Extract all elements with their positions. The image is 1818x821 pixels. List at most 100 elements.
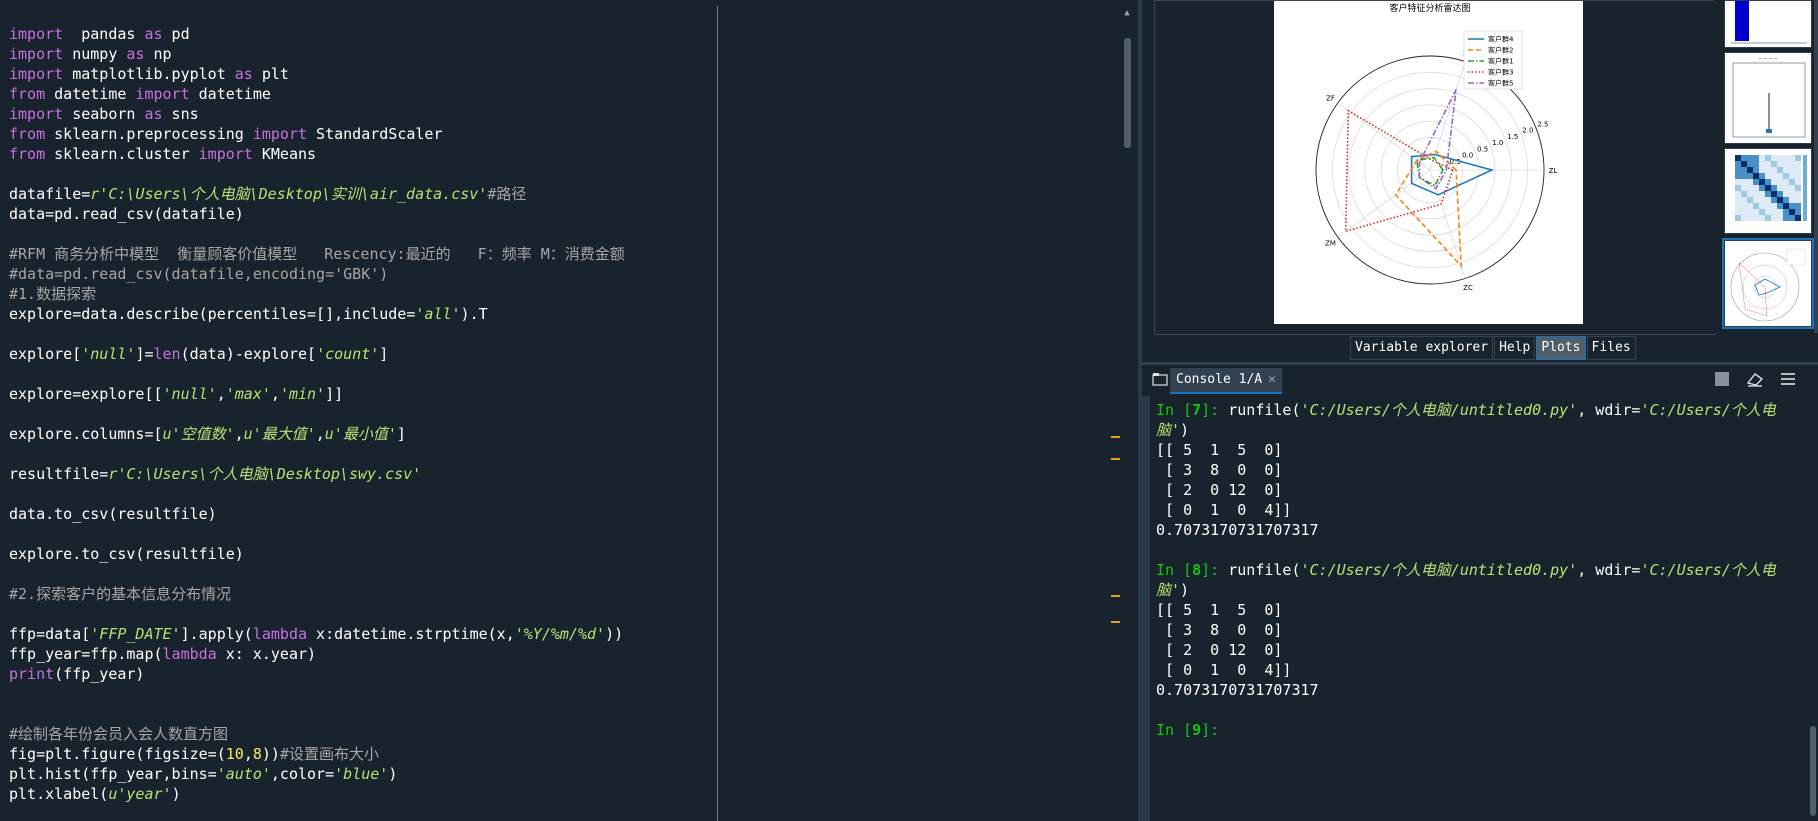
heatmap-cell bbox=[1741, 173, 1747, 179]
token: ]] bbox=[325, 385, 344, 403]
console-line[interactable] bbox=[1156, 700, 1796, 720]
code-line[interactable]: import pandas as pd bbox=[9, 24, 1109, 44]
code-line[interactable]: explore.columns=[u'空值数',u'最大值',u'最小值'] bbox=[9, 424, 1109, 444]
code-line[interactable]: plt.xlabel(u'year') bbox=[9, 784, 1109, 804]
code-line[interactable]: import matplotlib.pyplot as plt bbox=[9, 64, 1109, 84]
code-line[interactable]: fig=plt.figure(figsize=(10,8))#设置画布大小 bbox=[9, 744, 1109, 764]
warning-marker[interactable] bbox=[1111, 458, 1120, 460]
heatmap-cell bbox=[1747, 191, 1753, 197]
thumbnail-heatmap[interactable] bbox=[1724, 148, 1812, 234]
tab-variable-explorer[interactable]: Variable explorer bbox=[1350, 336, 1494, 360]
token: 'C:/Users/个人电脑/untitled0.py' bbox=[1300, 401, 1578, 419]
warning-marker[interactable] bbox=[1111, 621, 1120, 623]
code-line[interactable]: plt.hist(ffp_year,bins='auto',color='blu… bbox=[9, 764, 1109, 784]
console-line[interactable]: [ 0 1 0 4]] bbox=[1156, 500, 1796, 520]
code-line[interactable]: #RFM 商务分析中模型 衡量顾客价值模型 Rescency:最近的 F：频率 … bbox=[9, 244, 1109, 264]
warning-marker[interactable] bbox=[1111, 436, 1120, 438]
console-scrollbar[interactable] bbox=[1808, 396, 1818, 821]
token: 8 bbox=[1192, 561, 1202, 579]
heatmap-cell bbox=[1753, 155, 1759, 161]
thumbnail-histogram[interactable] bbox=[1724, 0, 1812, 48]
code-line[interactable]: print(ffp_year) bbox=[9, 664, 1109, 684]
code-line[interactable]: ffp_year=ffp.map(lambda x: x.year) bbox=[9, 644, 1109, 664]
code-line[interactable] bbox=[9, 684, 1109, 704]
code-line[interactable] bbox=[9, 484, 1109, 504]
code-line[interactable]: import seaborn as sns bbox=[9, 104, 1109, 124]
console-line[interactable]: In [9]: bbox=[1156, 720, 1796, 740]
eraser-icon[interactable] bbox=[1746, 371, 1764, 391]
ipython-console[interactable]: In [7]: runfile('C:/Users/个人电脑/untitled0… bbox=[1156, 400, 1796, 821]
token: sklearn.preprocessing bbox=[45, 125, 253, 143]
code-line[interactable] bbox=[9, 604, 1109, 624]
console-line[interactable]: [[ 5 1 5 0] bbox=[1156, 440, 1796, 460]
code-line[interactable]: data=pd.read_csv(datafile) bbox=[9, 204, 1109, 224]
thumbnail-radar[interactable] bbox=[1722, 238, 1814, 329]
editor-scrollbar[interactable]: ▲ bbox=[1120, 8, 1134, 821]
code-line[interactable]: datafile=r'C:\Users\个人电脑\Desktop\实训\air_… bbox=[9, 184, 1109, 204]
code-line[interactable] bbox=[9, 524, 1109, 544]
scroll-up-icon[interactable]: ▲ bbox=[1122, 8, 1132, 20]
code-line[interactable] bbox=[9, 564, 1109, 584]
code-line[interactable] bbox=[9, 164, 1109, 184]
code-line[interactable]: #data=pd.read_csv(datafile,encoding='GBK… bbox=[9, 264, 1109, 284]
folder-icon[interactable] bbox=[1152, 372, 1168, 386]
code-line[interactable]: data.to_csv(resultfile) bbox=[9, 504, 1109, 524]
console-line[interactable]: 0.7073170731707317 bbox=[1156, 520, 1796, 540]
code-line[interactable] bbox=[9, 364, 1109, 384]
code-line[interactable] bbox=[9, 324, 1109, 344]
code-editor[interactable]: import pandas as pd import numpy as np imp… bbox=[0, 0, 1142, 821]
options-menu-icon[interactable] bbox=[1780, 371, 1796, 391]
thumbnail-boxplot[interactable]: — — — — bbox=[1724, 52, 1812, 144]
token: plt.xlabel( bbox=[9, 785, 109, 803]
console-line[interactable]: [ 2 0 12 0] bbox=[1156, 640, 1796, 660]
heatmap-cell bbox=[1765, 179, 1771, 185]
thumbnail-scrollbar[interactable] bbox=[1814, 0, 1818, 333]
code-line[interactable]: from sklearn.cluster import KMeans bbox=[9, 144, 1109, 164]
code-line[interactable] bbox=[9, 224, 1109, 244]
console-line[interactable]: In [7]: runfile('C:/Users/个人电脑/untitled0… bbox=[1156, 400, 1796, 420]
code-line[interactable]: #绘制各年份会员入会人数直方图 bbox=[9, 724, 1109, 744]
heatmap-cell bbox=[1771, 191, 1777, 197]
close-icon[interactable]: ✕ bbox=[1268, 372, 1276, 387]
code-line[interactable]: from sklearn.preprocessing import Standa… bbox=[9, 124, 1109, 144]
console-line[interactable]: [ 3 8 0 0] bbox=[1156, 460, 1796, 480]
console-line[interactable] bbox=[1156, 540, 1796, 560]
code-line[interactable] bbox=[9, 444, 1109, 464]
console-scrollbar-thumb[interactable] bbox=[1810, 726, 1816, 816]
code-line[interactable]: explore.to_csv(resultfile) bbox=[9, 544, 1109, 564]
code-line[interactable] bbox=[9, 404, 1109, 424]
console-line[interactable]: [[ 5 1 5 0] bbox=[1156, 600, 1796, 620]
heatmap-cell bbox=[1795, 161, 1801, 167]
pane-divider[interactable] bbox=[1142, 362, 1818, 365]
code-line[interactable]: #1.数据探索 bbox=[9, 284, 1109, 304]
code-line[interactable]: explore=data.describe(percentiles=[],inc… bbox=[9, 304, 1109, 324]
plot-viewer[interactable]: 客户特征分析雷达图ZLZRZFZMZC-0.50.00.51.01.52.02.… bbox=[1154, 0, 1716, 335]
console-line[interactable]: 脑') bbox=[1156, 420, 1796, 440]
tab-help[interactable]: Help bbox=[1494, 336, 1536, 360]
token: [ 0 1 0 4]] bbox=[1156, 501, 1292, 519]
heatmap-cell bbox=[1795, 209, 1801, 215]
heatmap-cell bbox=[1741, 191, 1747, 197]
editor-scrollbar-thumb[interactable] bbox=[1124, 38, 1131, 148]
console-tab[interactable]: Console 1/A ✕ bbox=[1170, 368, 1282, 394]
code-line[interactable]: #2.探索客户的基本信息分布情况 bbox=[9, 584, 1109, 604]
console-line[interactable]: [ 2 0 12 0] bbox=[1156, 480, 1796, 500]
tab-plots[interactable]: Plots bbox=[1536, 336, 1586, 360]
heatmap-cell bbox=[1789, 167, 1795, 173]
tab-files[interactable]: Files bbox=[1586, 336, 1636, 360]
code-line[interactable]: explore=explore[['null','max','min']] bbox=[9, 384, 1109, 404]
console-line[interactable]: [ 0 1 0 4]] bbox=[1156, 660, 1796, 680]
code-line[interactable]: import numpy as np bbox=[9, 44, 1109, 64]
console-line[interactable]: 脑') bbox=[1156, 580, 1796, 600]
code-line[interactable]: resultfile=r'C:\Users\个人电脑\Desktop\swy.c… bbox=[9, 464, 1109, 484]
code-line[interactable] bbox=[9, 704, 1109, 724]
console-line[interactable]: 0.7073170731707317 bbox=[1156, 680, 1796, 700]
stop-icon[interactable] bbox=[1714, 371, 1730, 391]
warning-marker[interactable] bbox=[1111, 595, 1120, 597]
code-text[interactable]: import pandas as pd import numpy as np imp… bbox=[9, 24, 1109, 804]
console-line[interactable]: In [8]: runfile('C:/Users/个人电脑/untitled0… bbox=[1156, 560, 1796, 580]
code-line[interactable]: ffp=data['FFP_DATE'].apply(lambda x:date… bbox=[9, 624, 1109, 644]
code-line[interactable]: from datetime import datetime bbox=[9, 84, 1109, 104]
code-line[interactable]: explore['null']=len(data)-explore['count… bbox=[9, 344, 1109, 364]
console-line[interactable]: [ 3 8 0 0] bbox=[1156, 620, 1796, 640]
